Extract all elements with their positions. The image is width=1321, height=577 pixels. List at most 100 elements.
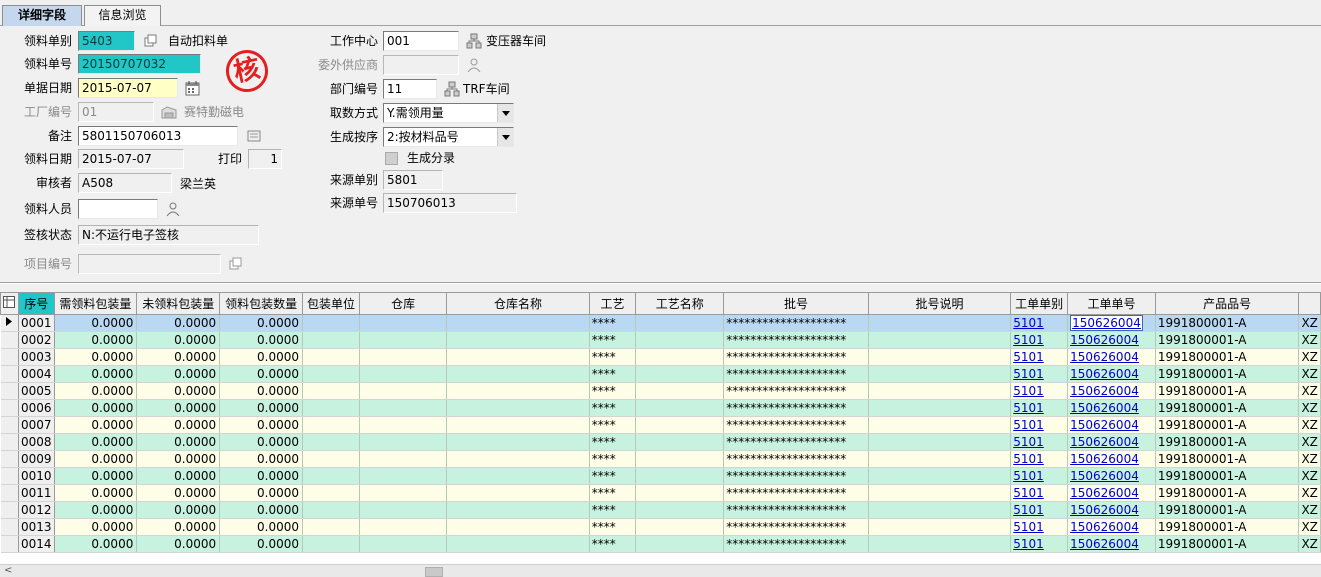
row-indicator[interactable]: [0, 399, 19, 417]
cell-wo-no[interactable]: 150626004: [1067, 399, 1156, 417]
cell-wo-type-link[interactable]: 5101: [1013, 520, 1044, 534]
cell-process[interactable]: ****: [589, 331, 637, 349]
cell-pack-unit[interactable]: [302, 416, 360, 434]
cell-wo-no[interactable]: 150626004: [1067, 331, 1156, 349]
copy-icon[interactable]: [142, 32, 160, 50]
cell-wo-type[interactable]: 5101: [1010, 416, 1069, 434]
cell-unpicked-qty[interactable]: 0.0000: [136, 331, 221, 349]
cell-lot-desc[interactable]: [868, 416, 1012, 434]
cell-lot-no[interactable]: ********************: [723, 467, 869, 485]
cell-process[interactable]: ****: [589, 416, 637, 434]
cell-wo-no[interactable]: 150626004: [1067, 501, 1156, 519]
cell-picked-qty[interactable]: 0.0000: [219, 518, 303, 536]
cell-unpicked-qty[interactable]: 0.0000: [136, 433, 221, 451]
cell-extra[interactable]: XZ: [1298, 365, 1321, 383]
cell-seq[interactable]: 0003: [18, 348, 55, 366]
dept-no-field[interactable]: 11: [383, 79, 437, 99]
cell-warehouse[interactable]: [359, 314, 448, 332]
horizontal-scrollbar[interactable]: <: [0, 564, 1321, 577]
cell-picked-qty[interactable]: 0.0000: [219, 416, 303, 434]
cell-picked-qty[interactable]: 0.0000: [219, 450, 303, 468]
table-row[interactable]: 0003 0.0000 0.0000 0.0000 **** **************…: [0, 348, 1321, 366]
cell-wo-type-link[interactable]: 5101: [1013, 435, 1044, 449]
cell-wo-type[interactable]: 5101: [1010, 314, 1069, 332]
cell-wo-type[interactable]: 5101: [1010, 348, 1069, 366]
cell-need-qty[interactable]: 0.0000: [54, 535, 138, 553]
cell-pack-unit[interactable]: [302, 314, 360, 332]
cell-need-qty[interactable]: 0.0000: [54, 399, 138, 417]
row-indicator[interactable]: [0, 450, 19, 468]
cell-product-no[interactable]: 1991800001-A: [1155, 416, 1300, 434]
cell-wo-type[interactable]: 5101: [1010, 501, 1069, 519]
cell-need-qty[interactable]: 0.0000: [54, 314, 138, 332]
cell-need-qty[interactable]: 0.0000: [54, 484, 138, 502]
cell-pack-unit[interactable]: [302, 399, 360, 417]
cell-wo-type[interactable]: 5101: [1010, 467, 1069, 485]
col-header-pack-unit[interactable]: 包装单位: [302, 293, 360, 315]
cell-wo-type[interactable]: 5101: [1010, 484, 1069, 502]
cell-product-no[interactable]: 1991800001-A: [1155, 399, 1300, 417]
cell-lot-no[interactable]: ********************: [723, 314, 869, 332]
cell-extra[interactable]: XZ: [1298, 399, 1321, 417]
cell-warehouse-name[interactable]: [446, 433, 590, 451]
cell-wo-type-link[interactable]: 5101: [1013, 537, 1044, 551]
requisition-no-field[interactable]: 20150707032: [78, 54, 201, 74]
cell-wo-no-link[interactable]: 150626004: [1070, 401, 1139, 415]
cell-seq[interactable]: 0006: [18, 399, 55, 417]
table-row[interactable]: 0009 0.0000 0.0000 0.0000 **** **************…: [0, 450, 1321, 468]
cell-warehouse-name[interactable]: [446, 348, 590, 366]
cell-extra[interactable]: XZ: [1298, 467, 1321, 485]
cell-picked-qty[interactable]: 0.0000: [219, 331, 303, 349]
cell-seq[interactable]: 0009: [18, 450, 55, 468]
cell-seq[interactable]: 0012: [18, 501, 55, 519]
cell-process-name[interactable]: [635, 535, 725, 553]
cell-extra[interactable]: XZ: [1298, 416, 1321, 434]
cell-process-name[interactable]: [635, 484, 725, 502]
cell-wo-no-link[interactable]: 150626004: [1070, 537, 1139, 551]
cell-warehouse[interactable]: [359, 416, 448, 434]
cell-process-name[interactable]: [635, 518, 725, 536]
row-indicator[interactable]: [0, 382, 19, 400]
cell-wo-no[interactable]: 150626004: [1067, 450, 1156, 468]
grid-corner[interactable]: [0, 293, 19, 315]
col-header-need-qty[interactable]: 需领料包装量: [53, 293, 138, 315]
cell-wo-no[interactable]: 150626004: [1067, 518, 1156, 536]
cell-process-name[interactable]: [635, 382, 725, 400]
col-header-process-name[interactable]: 工艺名称: [635, 293, 725, 315]
cell-lot-no[interactable]: ********************: [723, 399, 869, 417]
cell-warehouse-name[interactable]: [446, 331, 590, 349]
row-indicator[interactable]: [0, 416, 19, 434]
cell-warehouse[interactable]: [359, 518, 448, 536]
cell-warehouse[interactable]: [359, 331, 448, 349]
cell-lot-no[interactable]: ********************: [723, 365, 869, 383]
cell-wo-type-link[interactable]: 5101: [1013, 350, 1044, 364]
row-indicator[interactable]: [0, 467, 19, 485]
cell-wo-type[interactable]: 5101: [1010, 331, 1069, 349]
cell-wo-type[interactable]: 5101: [1010, 518, 1069, 536]
cell-wo-no-link[interactable]: 150626004: [1070, 469, 1139, 483]
cell-warehouse[interactable]: [359, 450, 448, 468]
cell-wo-no-link[interactable]: 150626004: [1070, 367, 1139, 381]
splitter[interactable]: [0, 282, 1321, 284]
col-header-product-no[interactable]: 产品品号: [1154, 293, 1300, 315]
grid-settings-icon[interactable]: [3, 295, 16, 308]
cell-process[interactable]: ****: [589, 484, 637, 502]
table-row[interactable]: 0006 0.0000 0.0000 0.0000 **** **************…: [0, 399, 1321, 417]
col-header-seq[interactable]: 序号: [17, 293, 55, 315]
cell-extra[interactable]: XZ: [1298, 518, 1321, 536]
cell-wo-no-link[interactable]: 150626004: [1070, 486, 1139, 500]
cell-lot-desc[interactable]: [868, 467, 1012, 485]
cell-lot-no[interactable]: ********************: [723, 348, 869, 366]
col-header-wo-type[interactable]: 工单单别: [1010, 293, 1069, 315]
cell-need-qty[interactable]: 0.0000: [54, 382, 138, 400]
cell-process-name[interactable]: [635, 365, 725, 383]
tab-detail-fields[interactable]: 详细字段: [2, 5, 82, 26]
cell-wo-type-link[interactable]: 5101: [1013, 333, 1044, 347]
cell-unpicked-qty[interactable]: 0.0000: [136, 501, 221, 519]
cell-unpicked-qty[interactable]: 0.0000: [136, 484, 221, 502]
cell-process[interactable]: ****: [589, 467, 637, 485]
cell-picked-qty[interactable]: 0.0000: [219, 501, 303, 519]
col-header-unpicked-qty[interactable]: 未领料包装量: [136, 293, 221, 315]
table-row[interactable]: 0007 0.0000 0.0000 0.0000 **** **************…: [0, 416, 1321, 434]
picker-field[interactable]: [78, 199, 158, 219]
